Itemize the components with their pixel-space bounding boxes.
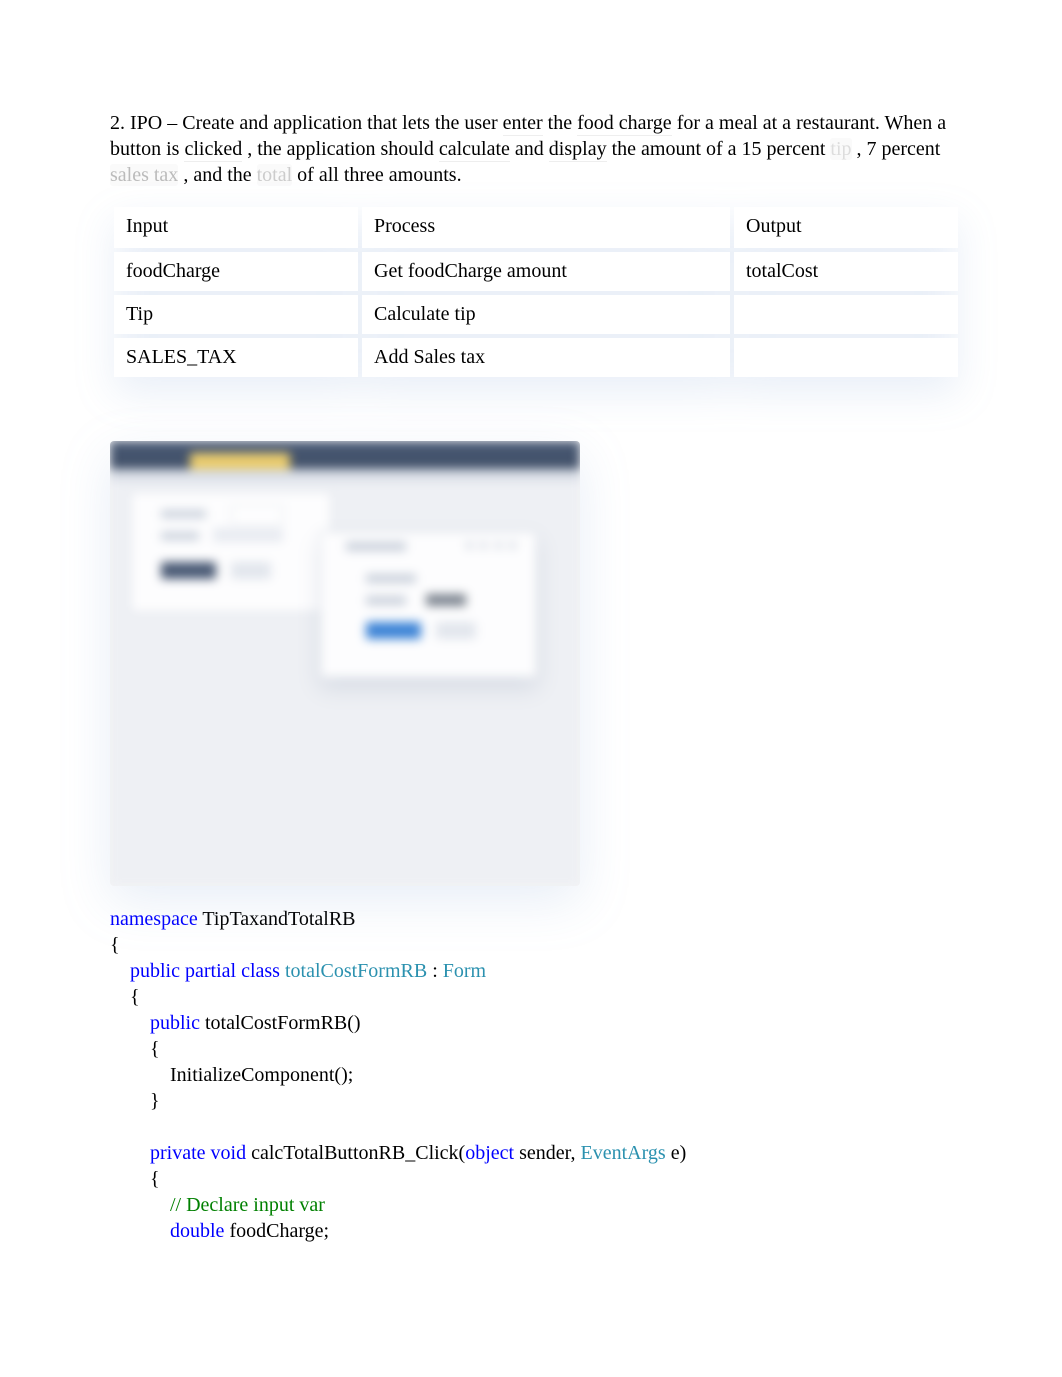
keyword-public-partial-class: public partial class bbox=[130, 960, 285, 982]
keyword-namespace: namespace bbox=[110, 908, 198, 930]
keyword-object: object bbox=[465, 1142, 514, 1164]
ipo-table: Input Process Output foodCharge Get food… bbox=[110, 203, 962, 381]
text: , 7 percent bbox=[857, 138, 941, 160]
problem-statement: 2. IPO – Create and application that let… bbox=[110, 110, 962, 188]
cell-process: Get foodCharge amount bbox=[362, 252, 730, 291]
code-text: e) bbox=[666, 1142, 687, 1164]
header-input: Input bbox=[114, 207, 358, 248]
code-text: InitializeComponent(); bbox=[170, 1064, 353, 1086]
term-display: display bbox=[549, 138, 607, 162]
code-text: calcTotalButtonRB_Click( bbox=[246, 1142, 465, 1164]
term-enter: enter bbox=[503, 112, 543, 136]
term-salestax: sales tax bbox=[110, 164, 178, 186]
ipo-table-container: Input Process Output foodCharge Get food… bbox=[110, 203, 962, 381]
text: and bbox=[515, 138, 549, 160]
text: the bbox=[548, 112, 577, 134]
ide-tab bbox=[190, 453, 290, 469]
form-window-back bbox=[130, 491, 332, 613]
code-text: { bbox=[150, 1168, 160, 1190]
code-text: } bbox=[150, 1090, 160, 1112]
keyword-public: public bbox=[150, 1012, 200, 1034]
type-classname: totalCostFormRB bbox=[285, 960, 427, 982]
cell-input: SALES_TAX bbox=[114, 338, 358, 377]
code-text: : bbox=[427, 960, 443, 982]
term-foodcharge: food charge bbox=[577, 112, 672, 136]
code-text: sender, bbox=[514, 1142, 580, 1164]
table-row: Input Process Output bbox=[114, 207, 958, 248]
text: the amount of a 15 percent bbox=[612, 138, 831, 160]
term-calculate: calculate bbox=[439, 138, 510, 162]
code-block: namespace TipTaxandTotalRB { public part… bbox=[110, 906, 962, 1244]
text: of all three amounts. bbox=[297, 164, 461, 186]
keyword-double: double bbox=[170, 1220, 224, 1242]
header-process: Process bbox=[362, 207, 730, 248]
code-comment: // Declare input var bbox=[170, 1194, 325, 1216]
code-text: TipTaxandTotalRB bbox=[198, 908, 356, 930]
table-row: foodCharge Get foodCharge amount totalCo… bbox=[114, 252, 958, 291]
term-clicked: clicked bbox=[184, 138, 242, 162]
term-tip: tip bbox=[830, 138, 851, 160]
cell-input: foodCharge bbox=[114, 252, 358, 291]
header-output: Output bbox=[734, 207, 958, 248]
code-text: totalCostFormRB() bbox=[200, 1012, 361, 1034]
form-window-front bbox=[320, 531, 537, 678]
keyword-private-void: private void bbox=[150, 1142, 246, 1164]
text: 2. IPO – Create and application that let… bbox=[110, 112, 503, 134]
cell-output bbox=[734, 338, 958, 377]
cell-process: Calculate tip bbox=[362, 295, 730, 334]
code-text: { bbox=[150, 1038, 160, 1060]
table-row: Tip Calculate tip bbox=[114, 295, 958, 334]
table-row: SALES_TAX Add Sales tax bbox=[114, 338, 958, 377]
ide-titlebar bbox=[110, 441, 580, 469]
code-text: { bbox=[130, 986, 140, 1008]
type-form: Form bbox=[443, 960, 486, 982]
text: , the application should bbox=[247, 138, 439, 160]
term-total: total bbox=[257, 164, 293, 186]
cell-input: Tip bbox=[114, 295, 358, 334]
cell-output bbox=[734, 295, 958, 334]
code-text: foodCharge; bbox=[224, 1220, 329, 1242]
cell-process: Add Sales tax bbox=[362, 338, 730, 377]
cell-output: totalCost bbox=[734, 252, 958, 291]
text: , and the bbox=[183, 164, 256, 186]
ide-screenshot-figure bbox=[110, 441, 580, 886]
type-eventargs: EventArgs bbox=[581, 1142, 666, 1164]
code-text: { bbox=[110, 934, 120, 956]
